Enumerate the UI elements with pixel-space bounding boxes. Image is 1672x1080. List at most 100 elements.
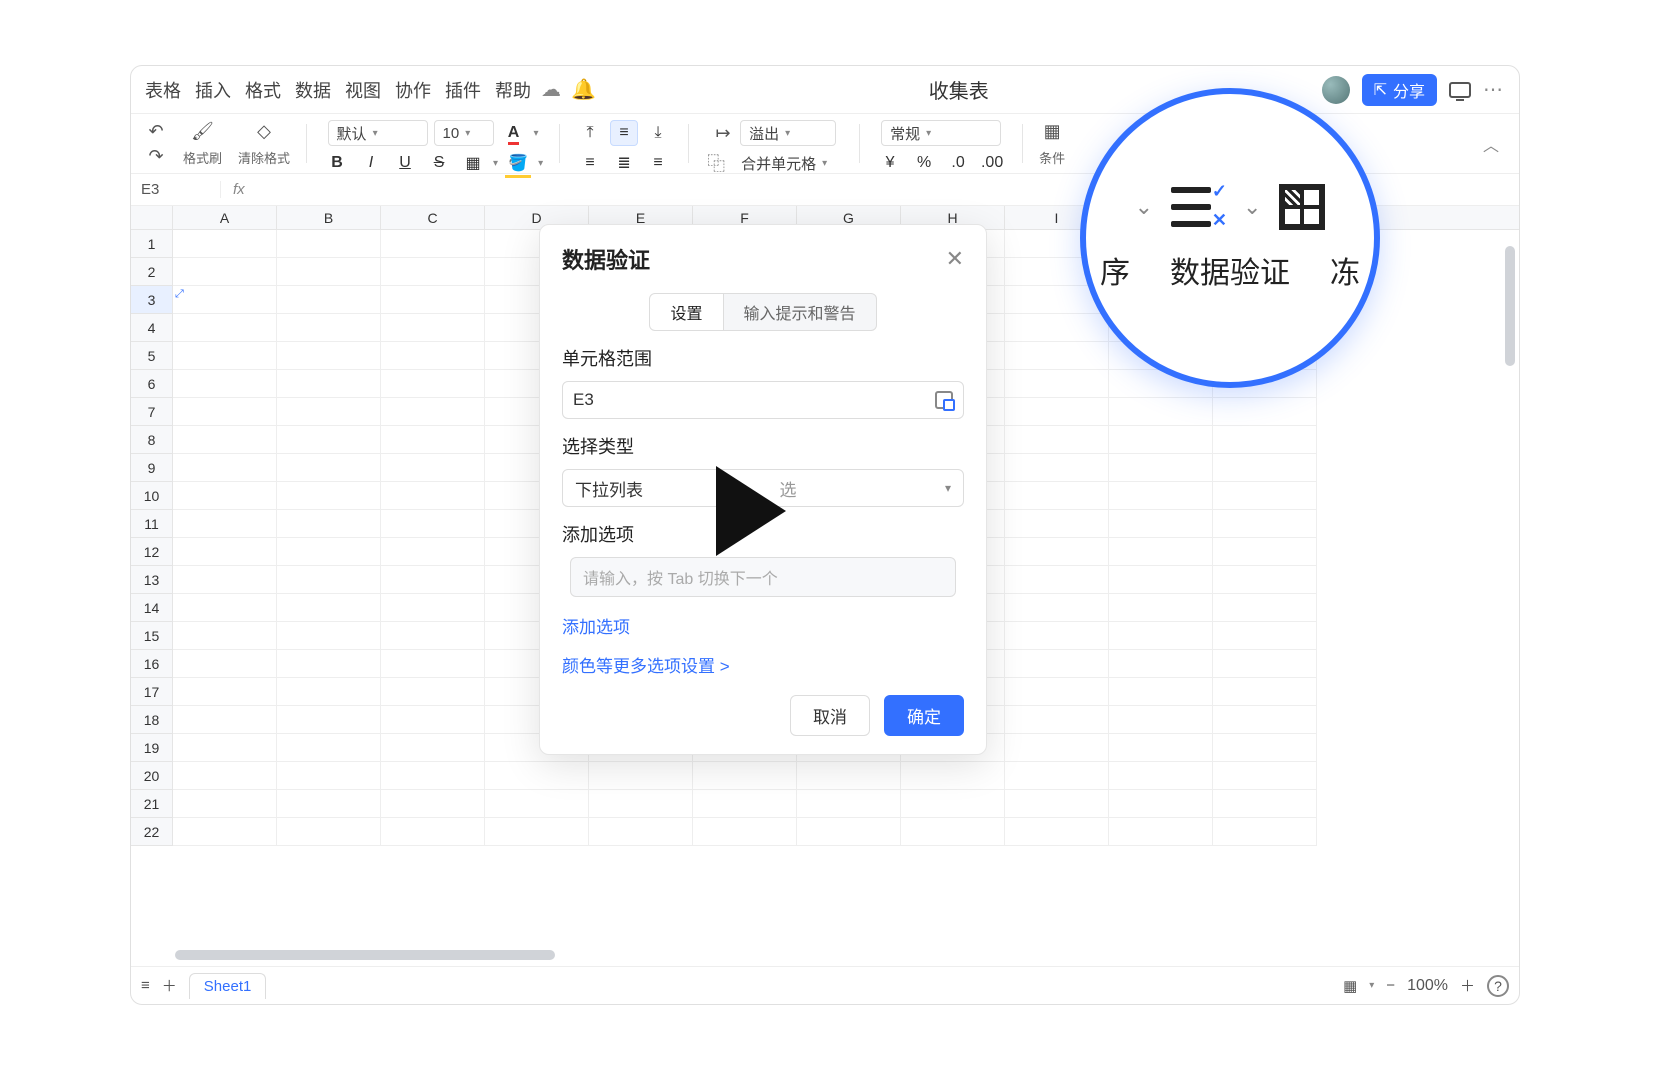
cell[interactable]	[277, 818, 381, 846]
cell[interactable]	[381, 286, 485, 314]
undo-icon[interactable]: ↶	[145, 120, 167, 142]
cell[interactable]	[173, 790, 277, 818]
option-input[interactable]: 请输入，按 Tab 切换下一个	[570, 557, 956, 597]
more-settings-link[interactable]: 颜色等更多选项设置 >	[562, 652, 964, 677]
cell[interactable]	[381, 538, 485, 566]
cell[interactable]	[173, 734, 277, 762]
cell[interactable]	[173, 818, 277, 846]
cell[interactable]	[1005, 790, 1109, 818]
cell[interactable]	[1109, 426, 1213, 454]
range-picker-icon[interactable]	[935, 391, 953, 409]
cell[interactable]	[381, 230, 485, 258]
cell[interactable]	[1005, 818, 1109, 846]
row-header[interactable]: 13	[131, 566, 173, 594]
tab-hint-warning[interactable]: 输入提示和警告	[724, 293, 877, 331]
row-header[interactable]: 7	[131, 398, 173, 426]
row-header[interactable]: 19	[131, 734, 173, 762]
cell[interactable]	[381, 314, 485, 342]
font-family-dropdown[interactable]: 默认 ▾	[328, 120, 428, 146]
row-header[interactable]: 12	[131, 538, 173, 566]
cell[interactable]	[1213, 762, 1317, 790]
confirm-button[interactable]: 确定	[884, 695, 964, 736]
cell[interactable]	[1005, 454, 1109, 482]
cell[interactable]	[1005, 510, 1109, 538]
cell[interactable]	[1005, 650, 1109, 678]
cell[interactable]	[797, 818, 901, 846]
cell[interactable]	[1109, 650, 1213, 678]
cell[interactable]	[277, 398, 381, 426]
row-header[interactable]: 14	[131, 594, 173, 622]
cell[interactable]	[1005, 426, 1109, 454]
menu-plugins[interactable]: 插件	[445, 77, 481, 103]
currency-button[interactable]: ¥	[876, 150, 904, 176]
cell[interactable]	[1213, 818, 1317, 846]
cell[interactable]	[901, 762, 1005, 790]
cell[interactable]	[693, 762, 797, 790]
cell[interactable]	[381, 818, 485, 846]
cell[interactable]	[173, 594, 277, 622]
cell[interactable]	[173, 230, 277, 258]
align-right-button[interactable]: ≡	[644, 150, 672, 176]
select-all-corner[interactable]	[131, 206, 173, 229]
cell[interactable]	[1109, 818, 1213, 846]
cell[interactable]	[381, 482, 485, 510]
cell[interactable]	[173, 650, 277, 678]
cell[interactable]	[277, 594, 381, 622]
toolbar-collapse-icon[interactable]: ︿	[1473, 132, 1509, 156]
cell[interactable]	[589, 818, 693, 846]
cell[interactable]	[1005, 398, 1109, 426]
cell[interactable]	[173, 622, 277, 650]
decrease-decimal-button[interactable]: .0	[944, 150, 972, 176]
cell[interactable]	[485, 762, 589, 790]
cell[interactable]	[277, 678, 381, 706]
cell[interactable]	[1005, 706, 1109, 734]
notification-icon[interactable]: 🔔	[571, 77, 596, 102]
cell[interactable]	[1213, 510, 1317, 538]
cell[interactable]	[381, 258, 485, 286]
row-header[interactable]: 18	[131, 706, 173, 734]
row-header[interactable]: 9	[131, 454, 173, 482]
horizontal-scrollbar[interactable]	[175, 950, 555, 960]
cell[interactable]	[277, 790, 381, 818]
zoom-out-button[interactable]: −	[1386, 977, 1395, 994]
row-header[interactable]: 11	[131, 510, 173, 538]
cell[interactable]	[1005, 566, 1109, 594]
cell[interactable]	[1213, 398, 1317, 426]
cell[interactable]	[1005, 482, 1109, 510]
cell[interactable]	[797, 762, 901, 790]
cell[interactable]	[1213, 426, 1317, 454]
row-header[interactable]: 17	[131, 678, 173, 706]
help-icon[interactable]: ?	[1487, 975, 1509, 997]
cell[interactable]	[277, 650, 381, 678]
cell[interactable]	[277, 314, 381, 342]
menu-data[interactable]: 数据	[295, 77, 331, 103]
column-header[interactable]: A	[173, 206, 277, 229]
cell[interactable]	[1213, 622, 1317, 650]
cell[interactable]	[1005, 370, 1109, 398]
cell[interactable]	[381, 594, 485, 622]
row-header[interactable]: 8	[131, 426, 173, 454]
align-left-button[interactable]: ≡	[576, 150, 604, 176]
cell[interactable]	[173, 482, 277, 510]
cell[interactable]	[173, 258, 277, 286]
cell[interactable]	[1109, 566, 1213, 594]
cell-range-input[interactable]: E3	[562, 381, 964, 419]
add-option-link[interactable]: 添加选项	[562, 613, 964, 638]
cell[interactable]	[797, 790, 901, 818]
cell[interactable]	[277, 230, 381, 258]
cell[interactable]	[1213, 790, 1317, 818]
share-button[interactable]: ⇱ 分享	[1362, 74, 1437, 106]
cell[interactable]	[381, 398, 485, 426]
cell[interactable]	[381, 426, 485, 454]
cell[interactable]	[1005, 594, 1109, 622]
cell[interactable]	[173, 398, 277, 426]
column-header[interactable]: B	[277, 206, 381, 229]
row-header[interactable]: 2	[131, 258, 173, 286]
cell[interactable]	[277, 762, 381, 790]
cell[interactable]	[1005, 622, 1109, 650]
cell[interactable]	[381, 762, 485, 790]
cell[interactable]	[1109, 706, 1213, 734]
cell[interactable]	[1005, 342, 1109, 370]
row-header[interactable]: 5	[131, 342, 173, 370]
cell[interactable]	[485, 790, 589, 818]
